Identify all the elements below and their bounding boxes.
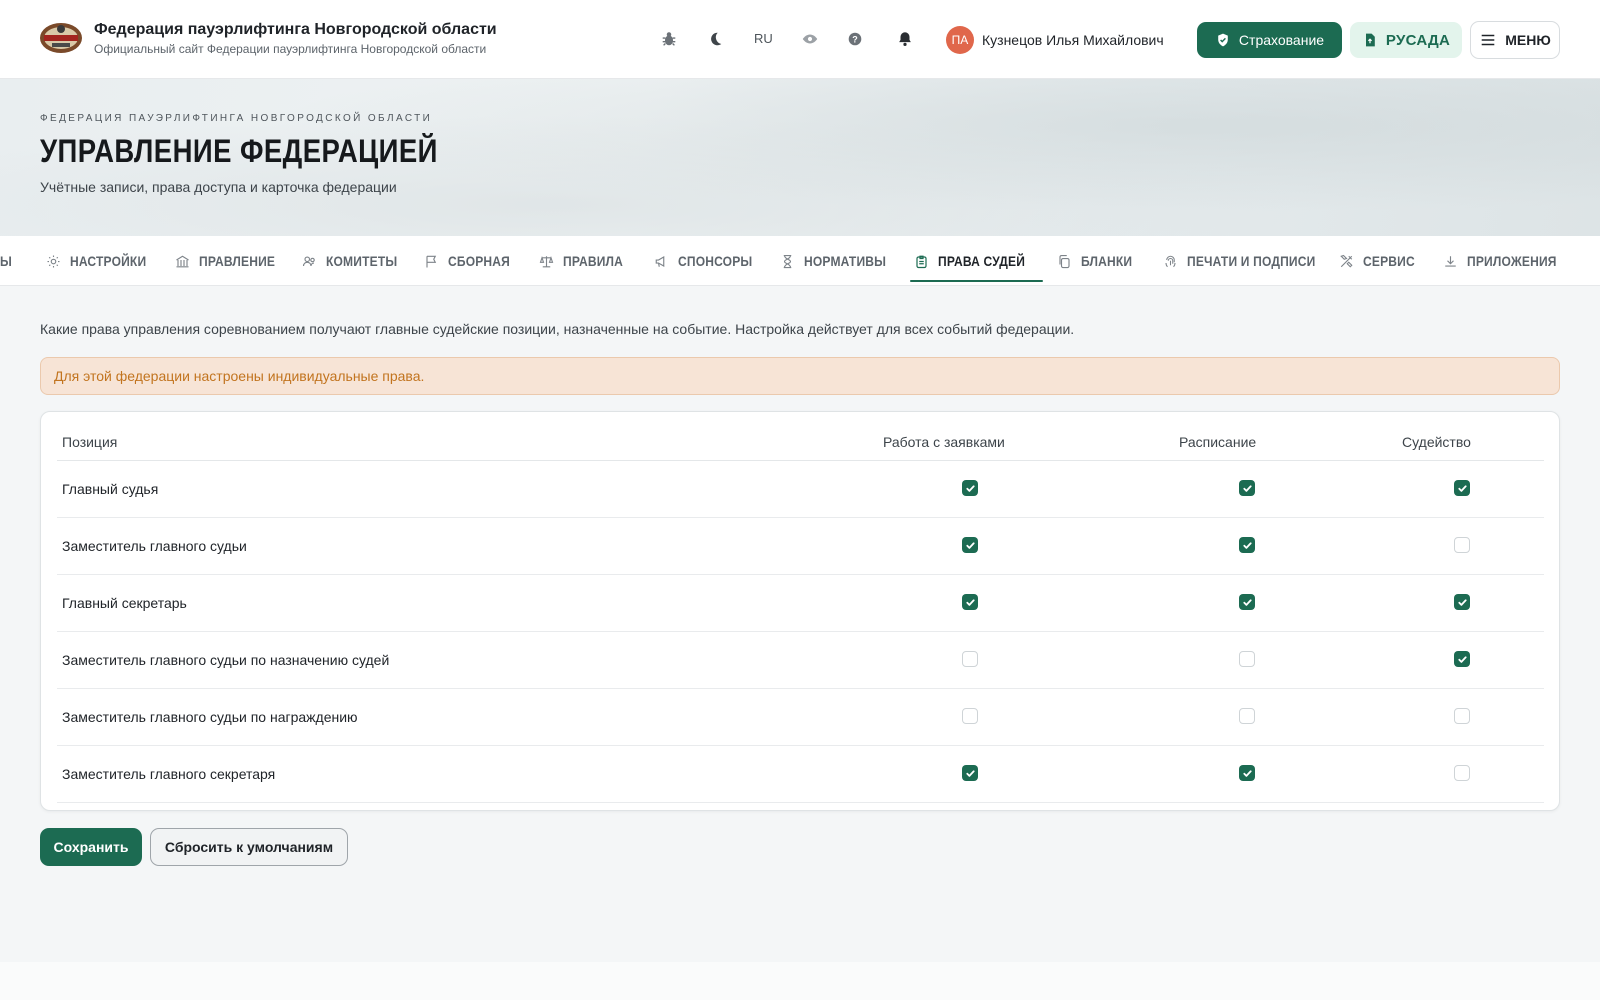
column-header-judging: Судейство — [1402, 434, 1471, 450]
tab-service[interactable]: СЕРВИС — [1339, 236, 1423, 286]
judging-checkbox[interactable] — [1454, 651, 1470, 667]
judging-checkbox[interactable] — [1454, 537, 1470, 553]
alert-text: Для этой федерации настроены индивидуаль… — [54, 368, 425, 384]
fingerprint-icon — [1165, 255, 1176, 267]
judging-checkbox[interactable] — [1454, 594, 1470, 610]
rusada-button[interactable]: РУСАДА — [1350, 22, 1462, 58]
schedule-checkbox[interactable] — [1239, 708, 1255, 724]
position-name: Заместитель главного секретаря — [62, 766, 276, 782]
footer — [0, 962, 1600, 1000]
schedule-checkbox[interactable] — [1239, 480, 1255, 496]
table-header: Позиция Работа с заявками Расписание Суд… — [57, 412, 1544, 461]
clipboard-icon — [916, 255, 927, 268]
schedule-checkbox[interactable] — [1239, 765, 1255, 781]
gear-icon — [47, 255, 60, 267]
position-name: Главный секретарь — [62, 595, 187, 611]
tab-seals[interactable]: ПЕЧАТИ И ПОДПИСИ — [1163, 236, 1336, 286]
insurance-button[interactable]: Страхование — [1197, 22, 1342, 58]
rights-description: Какие права управления соревнованием пол… — [40, 321, 1075, 337]
schedule-checkbox[interactable] — [1239, 651, 1255, 667]
page-subtitle: Учётные записи, права доступа и карточка… — [40, 179, 397, 195]
org-subtitle: Официальный сайт Федерации пауэрлифтинга… — [94, 41, 487, 56]
user-profile[interactable]: ПА Кузнецов Илья Михайлович — [946, 26, 1164, 54]
table-row: Заместитель главного секретаря — [57, 746, 1544, 803]
eye-icon[interactable] — [799, 28, 821, 50]
judging-checkbox[interactable] — [1454, 765, 1470, 781]
schedule-checkbox[interactable] — [1239, 594, 1255, 610]
shield-icon — [1218, 33, 1228, 47]
language-switcher[interactable]: RU — [754, 31, 773, 46]
copy-icon — [1059, 254, 1070, 268]
position-name: Главный судья — [62, 481, 159, 497]
schedule-checkbox[interactable] — [1239, 537, 1255, 553]
section-tabs: Ы НАСТРОЙКИ ПРАВЛЕНИЕ КОМИТЕТЫ СБОРНАЯ П… — [0, 236, 1600, 286]
position-name: Заместитель главного судьи по награждени… — [62, 709, 358, 725]
tab-rules[interactable]: ПРАВИЛА — [539, 236, 633, 286]
table-row: Главный судья — [57, 461, 1544, 518]
users-icon — [302, 255, 315, 266]
table-row: Заместитель главного судьи — [57, 518, 1544, 575]
hamburger-icon — [1481, 34, 1495, 46]
tab-team[interactable]: СБОРНАЯ — [424, 236, 520, 286]
applications-checkbox[interactable] — [962, 651, 978, 667]
applications-checkbox[interactable] — [962, 708, 978, 724]
avatar: ПА — [946, 26, 974, 54]
tab-board[interactable]: ПРАВЛЕНИЕ — [175, 236, 288, 286]
hourglass-icon — [783, 254, 792, 268]
brand[interactable]: Федерация пауэрлифтинга Новгородской обл… — [38, 18, 497, 58]
bank-icon — [176, 255, 189, 267]
megaphone-icon — [655, 255, 665, 267]
insurance-label: Страхование — [1238, 32, 1325, 48]
position-name: Заместитель главного судьи по назначению… — [62, 652, 390, 668]
reset-defaults-button[interactable]: Сбросить к умолчаниям — [150, 828, 348, 866]
top-header: Федерация пауэрлифтинга Новгородской обл… — [0, 0, 1600, 79]
tab-judge-rights[interactable]: ПРАВА СУДЕЙ — [909, 236, 1044, 286]
rights-table-card: Позиция Работа с заявками Расписание Суд… — [40, 411, 1560, 811]
hero-eyebrow: ФЕДЕРАЦИЯ ПАУЭРЛИФТИНГА НОВГОРОДСКОЙ ОБЛ… — [40, 113, 433, 124]
tab-standards[interactable]: НОРМАТИВЫ — [780, 236, 899, 286]
tab-forms[interactable]: БЛАНКИ — [1057, 236, 1141, 286]
tools-icon — [1340, 254, 1353, 268]
column-header-applications: Работа с заявками — [883, 434, 1005, 450]
tab-settings[interactable]: НАСТРОЙКИ — [46, 236, 159, 286]
table-row: Заместитель главного судьи по награждени… — [57, 689, 1544, 746]
document-icon — [1365, 33, 1375, 47]
custom-rights-alert: Для этой федерации настроены индивидуаль… — [40, 357, 1560, 395]
bell-icon[interactable] — [894, 28, 916, 50]
judging-checkbox[interactable] — [1454, 708, 1470, 724]
column-header-position: Позиция — [62, 434, 118, 450]
bug-icon[interactable] — [658, 28, 680, 50]
save-button[interactable]: Сохранить — [40, 828, 142, 866]
tab-partial[interactable]: Ы — [0, 236, 14, 286]
applications-checkbox[interactable] — [962, 480, 978, 496]
flag-icon — [426, 255, 437, 267]
menu-button[interactable]: МЕНЮ — [1470, 21, 1560, 59]
help-icon[interactable]: ? — [844, 28, 866, 50]
applications-checkbox[interactable] — [962, 594, 978, 610]
rusada-label: РУСАДА — [1385, 31, 1451, 49]
applications-checkbox[interactable] — [962, 765, 978, 781]
tab-sponsors[interactable]: СПОНСОРЫ — [654, 236, 764, 286]
page-title: УПРАВЛЕНИЕ ФЕДЕРАЦИЕЙ — [40, 133, 438, 169]
moon-icon[interactable] — [704, 28, 726, 50]
tab-apps[interactable]: ПРИЛОЖЕНИЯ — [1443, 236, 1571, 286]
scales-icon — [539, 255, 554, 267]
table-row: Главный секретарь — [57, 575, 1544, 632]
page-hero: ФЕДЕРАЦИЯ ПАУЭРЛИФТИНГА НОВГОРОДСКОЙ ОБЛ… — [0, 79, 1600, 236]
org-title: Федерация пауэрлифтинга Новгородской обл… — [94, 20, 497, 38]
user-name: Кузнецов Илья Михайлович — [982, 32, 1164, 48]
federation-logo-icon — [40, 23, 82, 53]
column-header-schedule: Расписание — [1179, 434, 1257, 450]
table-row: Заместитель главного судьи по назначению… — [57, 632, 1544, 689]
download-icon — [1445, 255, 1456, 267]
tab-committees[interactable]: КОМИТЕТЫ — [302, 236, 409, 286]
judging-checkbox[interactable] — [1454, 480, 1470, 496]
svg-text:?: ? — [852, 35, 858, 45]
position-name: Заместитель главного судьи — [62, 538, 247, 554]
applications-checkbox[interactable] — [962, 537, 978, 553]
menu-label: МЕНЮ — [1505, 32, 1551, 48]
